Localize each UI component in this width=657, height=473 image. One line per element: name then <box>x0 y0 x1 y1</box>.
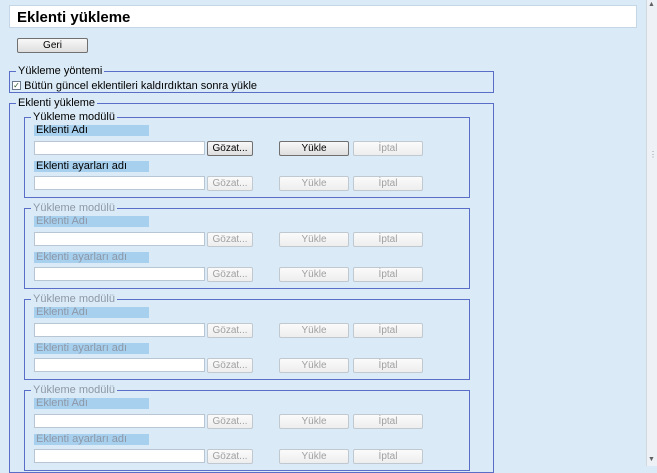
plugin-install-button[interactable]: Yükle <box>279 323 349 338</box>
plugin-name-label: Eklenti Adı <box>34 307 149 318</box>
settings-cancel-button[interactable]: İptal <box>353 176 423 191</box>
back-button[interactable]: Geri <box>17 38 88 53</box>
plugin-name-field[interactable] <box>34 323 205 337</box>
plugin-name-label: Eklenti Adı <box>34 216 149 227</box>
settings-install-button[interactable]: Yükle <box>279 267 349 282</box>
remove-existing-checkbox[interactable]: ✓ <box>12 80 21 90</box>
plugin-settings-field[interactable] <box>34 449 205 463</box>
page-title: Eklenti yükleme <box>17 9 131 26</box>
plugin-install-button[interactable]: Yükle <box>279 414 349 429</box>
vertical-scrollbar[interactable]: ▲ ⋮ ▼ <box>646 0 657 466</box>
page-header: Eklenti yükleme <box>9 5 637 28</box>
plugin-install-button[interactable]: Yükle <box>279 141 349 156</box>
plugin-name-field[interactable] <box>34 141 205 155</box>
plugin-settings-label: Eklenti ayarları adı <box>34 161 149 172</box>
settings-cancel-button[interactable]: İptal <box>353 358 423 373</box>
chevron-up-icon[interactable]: ▲ <box>648 1 655 8</box>
plugin-settings-field[interactable] <box>34 176 205 190</box>
plugin-cancel-button[interactable]: İptal <box>353 414 423 429</box>
plugin-name-label: Eklenti Adı <box>34 125 149 136</box>
plugin-cancel-button[interactable]: İptal <box>353 141 423 156</box>
plugin-cancel-button[interactable]: İptal <box>353 323 423 338</box>
settings-browse-button[interactable]: Gözat... <box>207 267 253 282</box>
settings-cancel-button[interactable]: İptal <box>353 267 423 282</box>
plugin-browse-button[interactable]: Gözat... <box>207 141 253 156</box>
plugin-settings-field[interactable] <box>34 267 205 281</box>
settings-browse-button[interactable]: Gözat... <box>207 358 253 373</box>
plugin-install-legend: Eklenti yükleme <box>16 97 98 109</box>
plugin-settings-label: Eklenti ayarları adı <box>34 252 149 263</box>
plugin-settings-label: Eklenti ayarları adı <box>34 434 149 445</box>
settings-cancel-button[interactable]: İptal <box>353 449 423 464</box>
install-module-legend: Yükleme modülü <box>31 111 117 123</box>
plugin-name-field[interactable] <box>34 414 205 428</box>
settings-install-button[interactable]: Yükle <box>279 449 349 464</box>
plugin-browse-button[interactable]: Gözat... <box>207 323 253 338</box>
plugin-install-button[interactable]: Yükle <box>279 232 349 247</box>
install-module-legend: Yükleme modülü <box>31 293 117 305</box>
settings-browse-button[interactable]: Gözat... <box>207 449 253 464</box>
plugin-name-field[interactable] <box>34 232 205 246</box>
settings-browse-button[interactable]: Gözat... <box>207 176 253 191</box>
remove-existing-label: Bütün güncel eklentileri kaldırdıktan so… <box>24 80 258 92</box>
plugin-settings-field[interactable] <box>34 358 205 372</box>
chevron-down-icon[interactable]: ▼ <box>648 456 655 463</box>
plugin-browse-button[interactable]: Gözat... <box>207 232 253 247</box>
settings-install-button[interactable]: Yükle <box>279 176 349 191</box>
install-method-legend: Yükleme yöntemi <box>16 65 105 77</box>
install-module-legend: Yükleme modülü <box>31 384 117 396</box>
scroll-grip[interactable]: ⋮ <box>649 150 657 159</box>
plugin-browse-button[interactable]: Gözat... <box>207 414 253 429</box>
plugin-settings-label: Eklenti ayarları adı <box>34 343 149 354</box>
plugin-cancel-button[interactable]: İptal <box>353 232 423 247</box>
remove-existing-option[interactable]: ✓ Bütün güncel eklentileri kaldırdıktan … <box>12 80 257 92</box>
install-module-legend: Yükleme modülü <box>31 202 117 214</box>
plugin-name-label: Eklenti Adı <box>34 398 149 409</box>
settings-install-button[interactable]: Yükle <box>279 358 349 373</box>
